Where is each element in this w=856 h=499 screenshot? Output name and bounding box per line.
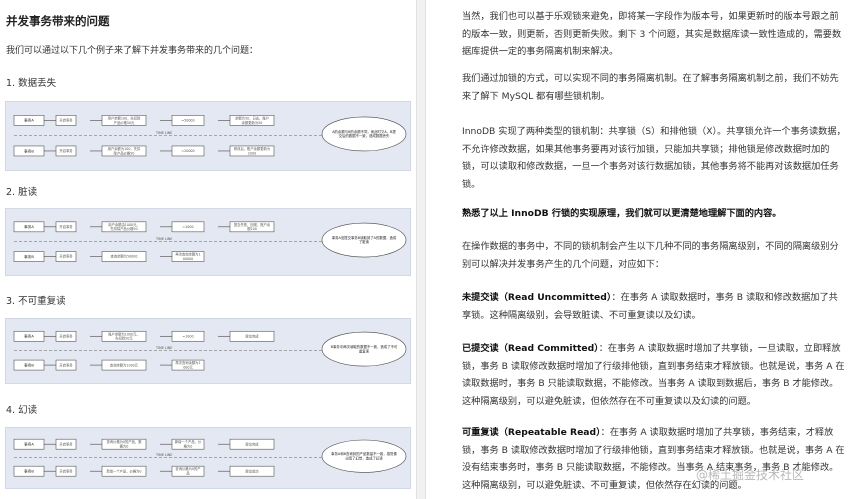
watermark: @稀土掘金技术社区 — [696, 468, 805, 482]
transaction-b-step-text: 查询余额为50000 — [111, 254, 138, 259]
transaction-a-step-text: 用户余额由1000元，先扣除产品价格50 — [108, 222, 139, 231]
intro-text: 我们可以通过以下几个例子来了解下并发事务带来的几个问题： — [6, 46, 259, 56]
paragraph-repeatable-read: 可重复读（Repeatable Read）：在事务 A 读取数据时增加了共享锁，… — [462, 427, 845, 491]
transaction-a-step-text: =1000 — [182, 225, 193, 229]
diagram-phantom-read: 事务A 开启事务 查询价格为0的产品，数据为0 新增一个产品，价格为0 提交完成 事务B 开… — [5, 427, 411, 489]
transaction-a-step-text: 提交完成 — [245, 441, 259, 446]
left-page: 并发事务带来的问题 我们可以通过以下几个例子来了解下并发事务带来的几个问题： 1… — [0, 0, 416, 499]
section-heading-non-repeatable-read: 3. 不可重复读 — [6, 296, 66, 307]
transaction-a-label: 事务A — [24, 442, 34, 447]
transaction-a-step-text: 开启事务 — [59, 224, 73, 229]
transaction-a-label: 事务A — [24, 334, 34, 339]
transaction-a-step-text: =50000 — [181, 119, 194, 123]
transaction-b-step-text: =20000 — [181, 149, 194, 153]
timeline-label: TIME LINE — [155, 131, 172, 135]
paragraph-isolation-levels: 在操作数据的事务中，不同的锁机制会产生以下几种不同的事务隔离级别，不同的隔离级别… — [462, 241, 839, 270]
cloud-note-text: A的余额与B的余额不同，而此时又A，B提交后的数据不一致，造成数据丢失 — [332, 129, 396, 138]
transaction-a-step-text: 开启事务 — [59, 441, 73, 446]
paragraph-innodb-summary: 熟悉了以上 InnoDB 行锁的实现原理，我们就可以更清楚地理解下面的内容。 — [462, 208, 782, 219]
section-heading-phantom-read: 4. 幻读 — [6, 405, 38, 416]
transaction-a-label: 事务A — [24, 118, 34, 123]
transaction-b-step-text: 查询余额为1000元 — [110, 362, 139, 367]
paragraph-read-committed: 已提交读（Read Committed）：在事务 A 读取数据时增加了共享锁，一… — [462, 343, 845, 407]
paragraph-lock-intro: 我们通过加锁的方式，可以实现不同的事务隔离机制。在了解事务隔离机制之前，我们不妨… — [462, 73, 839, 102]
transaction-b-step-text: 开启事务 — [59, 362, 73, 367]
transaction-b-label: 事务B — [24, 148, 34, 153]
transaction-a-label: 事务A — [24, 224, 34, 229]
transaction-b-step-text: 开启事务 — [59, 468, 73, 473]
timeline-label: TIME LINE — [155, 346, 172, 350]
transaction-b-step-text: 开启事务 — [59, 148, 73, 153]
section-heading-dirty-read: 2. 脏读 — [6, 187, 38, 198]
transaction-b-step-text: 新增一个产品，价格为0 — [106, 468, 141, 473]
transaction-a-step-text: 提交完成 — [245, 333, 259, 338]
paragraph-read-uncommitted: 未提交读（Read Uncommitted）：在事务 A 读取数据时，事务 B … — [462, 292, 838, 321]
diagram-lost-update: 事务A 开启事务 用户余额100，先扣除产品价格50元 =50000 余额为50，日志，… — [5, 101, 411, 171]
transaction-b-label: 事务B — [24, 254, 34, 259]
transaction-b-step-text: 提交成功 — [245, 468, 259, 473]
transaction-b-label: 事务B — [24, 469, 34, 474]
timeline-label: TIME LINE — [155, 237, 172, 241]
page-title: 并发事务带来的问题 — [6, 14, 110, 28]
diagram-non-repeatable-read: 事务A 开启事务 账户余额为1000元，先扣除50元 =1000 提交完成 事务B 开启事务… — [5, 318, 411, 384]
transaction-a-step-text: 开启事务 — [59, 333, 73, 338]
transaction-a-step-text: =1000 — [182, 334, 193, 338]
timeline-label: TIME LINE — [155, 453, 172, 457]
page-gutter — [416, 0, 426, 499]
diagram-dirty-read: 事务A 开启事务 用户余额由1000元，先扣除产品价格50 =1000 提交失败，回滚，… — [5, 208, 411, 276]
transaction-b-label: 事务B — [24, 362, 34, 367]
right-page: 当然，我们也可以基于乐观锁来避免，即将某一字段作为版本号，如果更新时的版本号跟之… — [426, 0, 856, 499]
transaction-b-step-text: 开启事务 — [59, 254, 73, 259]
paragraph-optimistic-lock: 当然，我们也可以基于乐观锁来避免，即将某一字段作为版本号，如果更新时的版本号跟之… — [462, 11, 842, 57]
section-heading-lost-update: 1. 数据丢失 — [6, 78, 57, 89]
transaction-a-step-text: 开启事务 — [59, 118, 73, 123]
paragraph-innodb-locks: InnoDB 实现了两种类型的锁机制：共享锁（S）和排他锁（X）。共享锁允许一个… — [462, 126, 846, 190]
